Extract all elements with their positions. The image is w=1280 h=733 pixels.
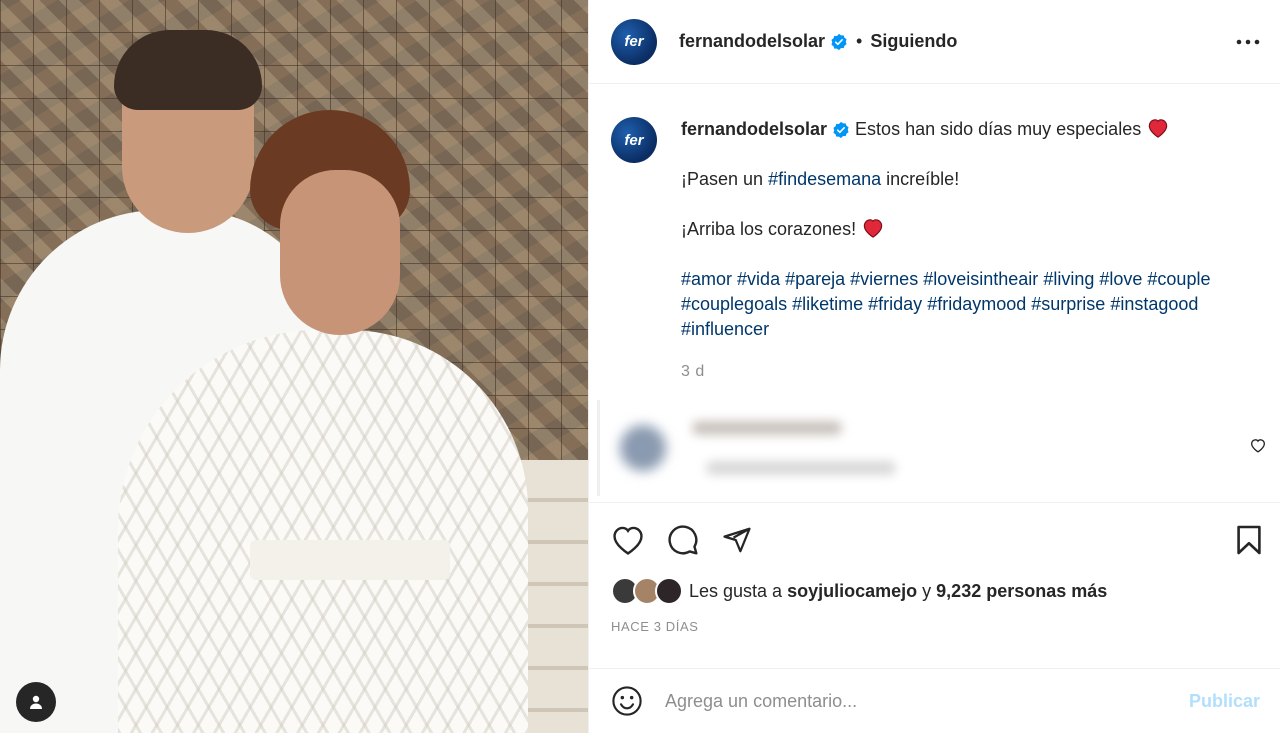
hashtag-link[interactable]: #vida <box>737 269 780 289</box>
hashtag-link[interactable]: #findesemana <box>768 169 881 189</box>
hashtag-link[interactable]: #liketime <box>792 294 863 314</box>
like-icon <box>613 526 643 555</box>
liker-avatar[interactable] <box>655 577 683 605</box>
hashtag-link[interactable]: #love <box>1099 269 1142 289</box>
comment-button[interactable] <box>667 524 699 556</box>
publish-button[interactable]: Publicar <box>1189 691 1260 712</box>
photo-woman-dress <box>118 330 528 733</box>
hashtag-link[interactable]: #loveisintheair <box>923 269 1038 289</box>
hashtag-link[interactable]: #couple <box>1147 269 1210 289</box>
save-icon <box>1237 525 1261 555</box>
caption-text-2b: increíble! <box>881 169 960 189</box>
hashtag-link[interactable]: #friday <box>868 294 922 314</box>
post-header: fer fernandodelsolar • Siguiendo <box>589 0 1280 84</box>
caption-author-avatar[interactable]: fer <box>611 117 657 163</box>
caption-body: fernandodelsolar Estos han sido días muy… <box>681 117 1260 384</box>
caption-line-2: ¡Pasen un #findesemana increíble! <box>681 167 1260 192</box>
blurred-comment <box>597 400 1266 496</box>
save-button[interactable] <box>1236 524 1262 556</box>
share-icon <box>723 527 751 553</box>
avatar-text: fer <box>624 131 644 149</box>
heart-emoji-icon <box>863 219 883 238</box>
liker-avatars <box>611 577 685 605</box>
blurred-line <box>706 461 896 475</box>
post-time[interactable]: HACE 3 DÍAS <box>611 619 1262 634</box>
likes-prefix: Les gusta a <box>689 580 783 601</box>
more-options-button[interactable] <box>1232 26 1264 58</box>
photo-woman-belt <box>250 540 450 580</box>
likes-count[interactable]: 9,232 personas más <box>936 581 1107 601</box>
caption-text-2a: ¡Pasen un <box>681 169 769 189</box>
caption-text-3: ¡Arriba los corazones! <box>681 219 857 239</box>
avatar-text: fer <box>624 33 644 50</box>
comment-like-button[interactable] <box>1250 438 1266 458</box>
post-details-panel: fer fernandodelsolar • Siguiendo fer fer… <box>588 0 1280 733</box>
likes-connector: y <box>922 580 932 601</box>
caption-username[interactable]: fernandodelsolar <box>681 119 827 139</box>
caption-text-1: Estos han sido días muy especiales <box>855 119 1142 139</box>
hashtag-link[interactable]: #surprise <box>1031 294 1105 314</box>
photo-man-hair <box>114 30 262 110</box>
verified-icon <box>831 33 847 50</box>
commenter-avatar <box>620 425 666 471</box>
hashtag-link[interactable]: #couplegoals <box>681 294 787 314</box>
more-options-icon <box>1236 39 1260 44</box>
likes-summary: Les gusta a soyjuliocamejo y 9,232 perso… <box>611 577 1262 605</box>
emoji-icon[interactable] <box>611 685 643 717</box>
caption-line-1: fernandodelsolar Estos han sido días muy… <box>681 117 1260 142</box>
likes-text: Les gusta a soyjuliocamejo y 9,232 perso… <box>689 581 1107 602</box>
photo-woman-head <box>280 170 400 335</box>
caption-timestamp[interactable]: 3 d <box>681 359 1260 384</box>
like-button[interactable] <box>611 524 645 556</box>
author-avatar[interactable]: fer <box>611 18 657 65</box>
blurred-line <box>692 421 842 435</box>
caption: fer fernandodelsolar Estos han sido días… <box>611 117 1260 384</box>
user-tag-button[interactable] <box>16 682 56 722</box>
author-username[interactable]: fernandodelsolar <box>679 31 825 52</box>
caption-line-3: ¡Arriba los corazones! <box>681 217 1260 242</box>
comment-input[interactable] <box>665 690 1189 712</box>
blurred-comment-text <box>692 421 896 475</box>
hashtag-link[interactable]: #fridaymood <box>927 294 1026 314</box>
comment-like-icon <box>1250 439 1266 453</box>
hashtag-link[interactable]: #living <box>1043 269 1094 289</box>
post-actions: Les gusta a soyjuliocamejo y 9,232 perso… <box>589 502 1280 634</box>
post-photo[interactable] <box>0 0 588 733</box>
hashtag-link[interactable]: #instagood <box>1110 294 1198 314</box>
verified-icon <box>833 122 849 139</box>
add-comment-bar: Publicar <box>589 668 1280 733</box>
share-button[interactable] <box>721 525 753 555</box>
hashtag-link[interactable]: #amor <box>681 269 732 289</box>
heart-emoji-icon <box>1148 119 1168 138</box>
following-button[interactable]: Siguiendo <box>870 31 957 52</box>
user-tag-icon <box>30 695 42 709</box>
liker-username[interactable]: soyjuliocamejo <box>787 581 917 601</box>
action-icons <box>611 523 1262 557</box>
hashtag-link[interactable]: #viernes <box>850 269 918 289</box>
comment-icon <box>668 525 698 555</box>
hashtag-list: #amor #vida #pareja #viernes #loveisinth… <box>681 267 1260 342</box>
hashtag-link[interactable]: #pareja <box>785 269 845 289</box>
header-separator: • <box>856 31 863 51</box>
hashtag-link[interactable]: #influencer <box>681 319 769 339</box>
